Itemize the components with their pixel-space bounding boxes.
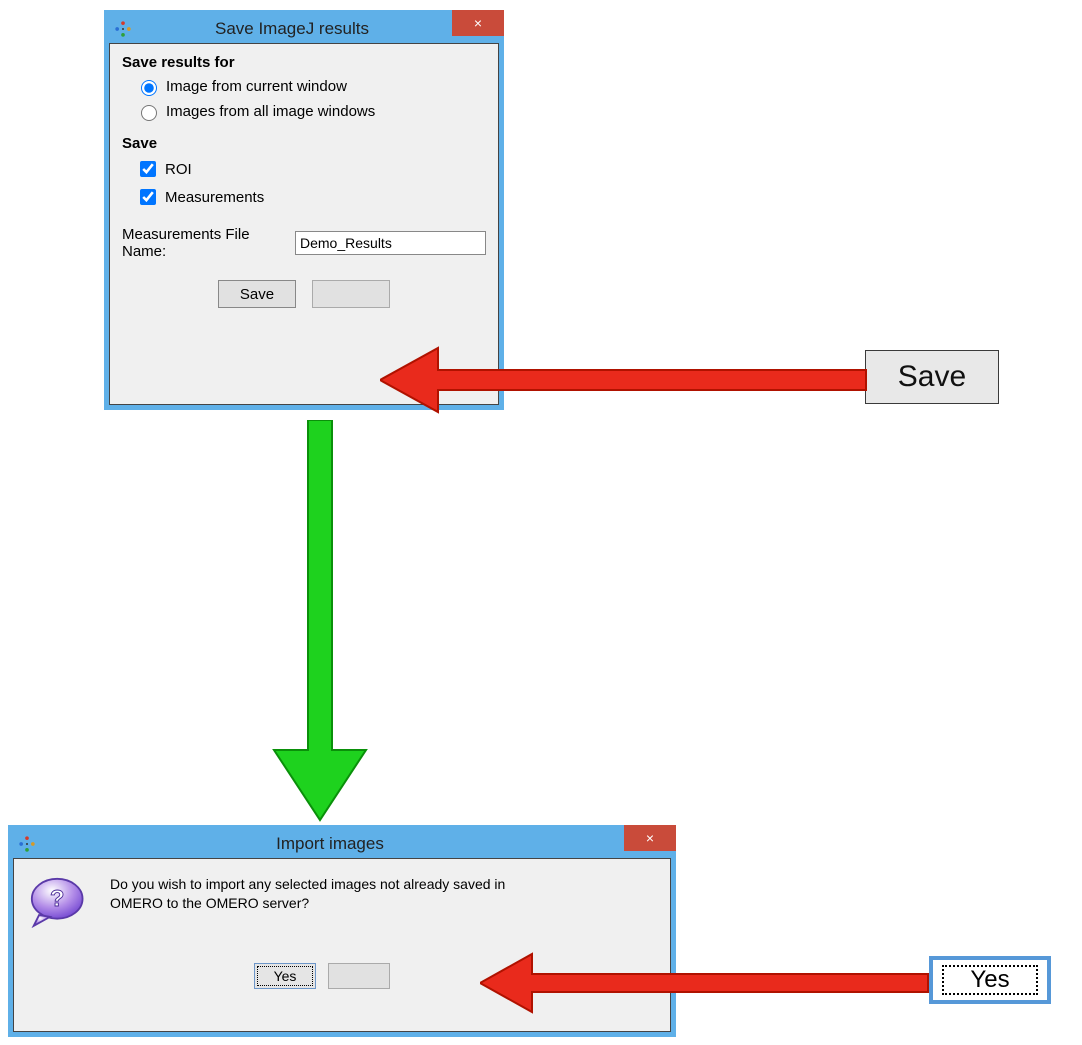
close-button[interactable]: ×	[624, 825, 676, 851]
red-arrow-save	[380, 340, 870, 420]
save-heading: Save	[122, 135, 486, 152]
check-roi-label: ROI	[165, 161, 192, 178]
check-measurements-label: Measurements	[165, 189, 264, 206]
radio-current-window-input[interactable]	[141, 80, 157, 96]
radio-all-windows[interactable]: Images from all image windows	[136, 102, 486, 121]
callout-yes-button: Yes	[929, 956, 1051, 1004]
secondary-button[interactable]	[312, 280, 390, 308]
close-icon: ×	[646, 830, 654, 846]
green-arrow-down	[270, 420, 370, 822]
save-button[interactable]: Save	[218, 280, 296, 308]
callout-save-label: Save	[898, 360, 966, 394]
app-icon	[17, 834, 37, 854]
save-results-for-heading: Save results for	[122, 54, 486, 71]
window-title: Save ImageJ results	[85, 19, 499, 39]
filename-row: Measurements File Name:	[122, 226, 486, 260]
secondary-button[interactable]	[328, 963, 390, 989]
titlebar: Save ImageJ results ×	[109, 15, 499, 43]
check-measurements-input[interactable]	[140, 189, 156, 205]
radio-current-window-label: Image from current window	[166, 78, 347, 95]
button-row: Save	[122, 280, 486, 308]
radio-current-window[interactable]: Image from current window	[136, 77, 486, 96]
dialog-message: Do you wish to import any selected image…	[110, 875, 540, 927]
red-arrow-yes	[480, 948, 930, 1018]
close-button[interactable]: ×	[452, 10, 504, 36]
window-title: Import images	[0, 834, 671, 854]
check-measurements[interactable]: Measurements	[136, 186, 486, 208]
titlebar: Import images ×	[13, 830, 671, 858]
svg-text:?: ?	[50, 885, 64, 911]
radio-all-windows-label: Images from all image windows	[166, 103, 375, 120]
check-roi-input[interactable]	[140, 161, 156, 177]
check-roi[interactable]: ROI	[136, 158, 486, 180]
yes-button[interactable]: Yes	[254, 963, 316, 989]
callout-yes-label: Yes	[942, 965, 1038, 995]
question-icon: ?	[30, 877, 88, 927]
callout-save-button: Save	[865, 350, 999, 404]
filename-label: Measurements File Name:	[122, 226, 287, 260]
filename-input[interactable]	[295, 231, 486, 255]
radio-all-windows-input[interactable]	[141, 105, 157, 121]
app-icon	[113, 19, 133, 39]
close-icon: ×	[474, 15, 482, 31]
